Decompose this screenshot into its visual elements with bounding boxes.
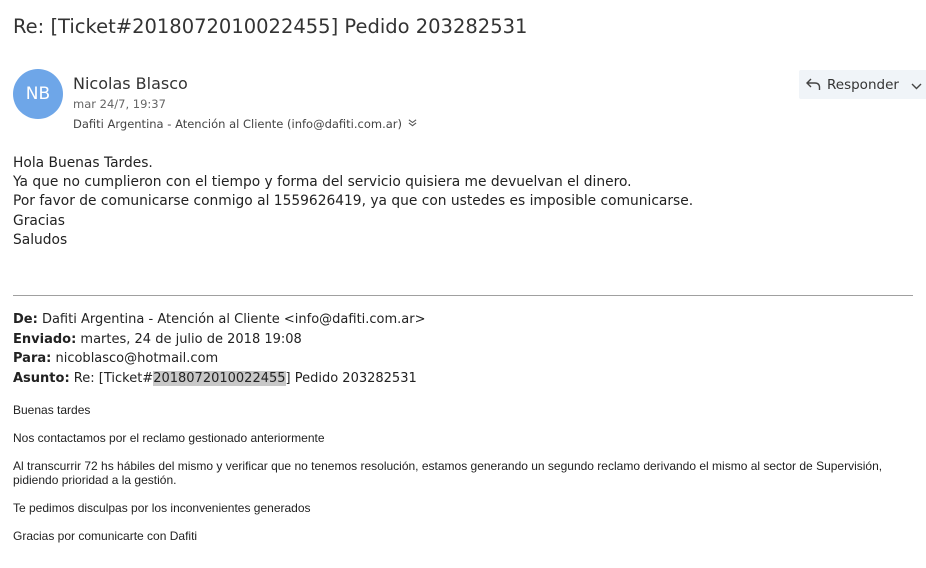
email-subject: Re: [Ticket#2018072010022455] Pedido 203…: [13, 15, 528, 38]
to-label: Para:: [13, 351, 52, 366]
sent-date: mar 24/7, 19:37: [73, 97, 166, 111]
body-line: Por favor de comunicarse conmigo al 1559…: [13, 193, 694, 210]
ticket-number-highlight: 2018072010022455: [153, 370, 286, 386]
quoted-subject: Asunto: Re: [Ticket#2018072010022455] Pe…: [13, 369, 426, 389]
subject-prefix: Re: [Ticket#: [73, 370, 154, 386]
quoted-paragraph: Gracias por comunicarte con Dafiti: [13, 529, 198, 543]
sender-name[interactable]: Nicolas Blasco: [73, 74, 188, 93]
recipient[interactable]: Dafiti Argentina - Atención al Cliente (…: [73, 117, 402, 131]
message-body: Hola Buenas Tardes. Ya que no cumplieron…: [13, 154, 693, 250]
body-line: Gracias: [13, 212, 65, 229]
quoted-body: Buenas tardes Nos contactamos por el rec…: [13, 403, 913, 557]
quoted-paragraph: Al transcurrir 72 hs hábiles del mismo y…: [13, 459, 883, 487]
from-label: De:: [13, 312, 38, 327]
body-line: Ya que no cumplieron con el tiempo y for…: [13, 174, 632, 191]
subject-label: Asunto:: [13, 370, 70, 386]
chevron-down-icon: [911, 75, 922, 94]
reply-label: Responder: [827, 76, 899, 93]
quoted-from: De: Dafiti Argentina - Atención al Clien…: [13, 310, 426, 330]
recipients-line: Dafiti Argentina - Atención al Cliente (…: [73, 117, 417, 131]
sent-label: Enviado:: [13, 331, 77, 347]
quoted-paragraph: Te pedimos disculpas por los inconvenien…: [13, 501, 311, 515]
quoted-header: De: Dafiti Argentina - Atención al Clien…: [13, 310, 426, 388]
quoted-paragraph: Nos contactamos por el reclamo gestionad…: [13, 431, 325, 445]
expand-recipients-icon[interactable]: [408, 118, 417, 130]
quoted-sent: Enviado: martes, 24 de julio de 2018 19:…: [13, 330, 426, 350]
sent-value: martes, 24 de julio de 2018 19:08: [80, 331, 302, 347]
reply-button[interactable]: Responder: [799, 70, 905, 99]
quote-divider: [13, 295, 913, 296]
quoted-paragraph: Buenas tardes: [13, 403, 91, 417]
subject-suffix: ] Pedido 203282531: [285, 370, 417, 386]
reply-icon: [806, 78, 821, 91]
sender-avatar[interactable]: NB: [13, 69, 63, 119]
reply-button-group: Responder: [799, 70, 926, 99]
from-value: Dafiti Argentina - Atención al Cliente <…: [41, 312, 426, 327]
reply-options-button[interactable]: [905, 70, 926, 99]
body-line: Saludos: [13, 231, 68, 248]
body-line: Hola Buenas Tardes.: [13, 155, 153, 171]
to-value[interactable]: nicoblasco@hotmail.com: [55, 351, 218, 366]
quoted-to: Para: nicoblasco@hotmail.com: [13, 349, 426, 369]
